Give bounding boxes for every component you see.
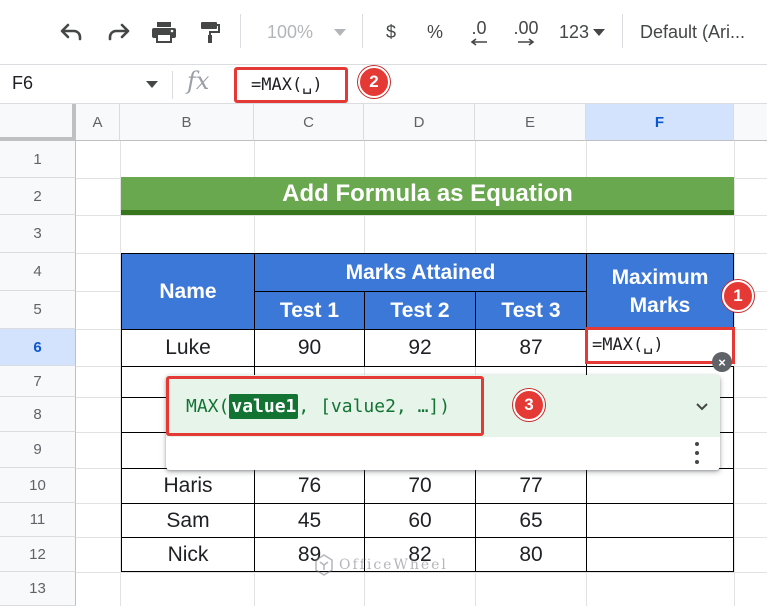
- toolbar-divider: [240, 14, 241, 48]
- header-maximum-line1: Maximum: [611, 265, 709, 289]
- column-header-g[interactable]: [734, 104, 767, 141]
- header-name[interactable]: Name: [121, 253, 255, 330]
- table-cell[interactable]: 60: [364, 503, 476, 538]
- table-cell[interactable]: 76: [254, 468, 365, 504]
- table-cell[interactable]: 77: [475, 468, 587, 504]
- annotation-badge-2: 2: [358, 66, 390, 98]
- toolbar: 100% $ % .0 .00 123 Default (Ari...: [0, 0, 767, 64]
- watermark-text: OfficeWheel: [339, 557, 448, 573]
- row-header-5[interactable]: 5: [0, 291, 76, 329]
- percent-label: %: [426, 21, 443, 42]
- annotation-badge-1: 1: [722, 280, 754, 312]
- column-header-e[interactable]: E: [475, 104, 586, 141]
- grid-line: [76, 215, 767, 216]
- fx-icon: fx: [187, 67, 210, 95]
- arrow-right-icon: [518, 38, 535, 46]
- active-parameter: value1: [229, 393, 299, 419]
- more-formats-button[interactable]: 123: [554, 14, 610, 50]
- header-test-2[interactable]: Test 2: [364, 291, 476, 330]
- chevron-down-icon[interactable]: [696, 401, 708, 413]
- more-options-icon[interactable]: [693, 439, 701, 467]
- column-header-c[interactable]: C: [254, 104, 364, 141]
- arrow-left-icon: [470, 38, 487, 46]
- watermark: OfficeWheel: [315, 554, 448, 576]
- column-header-d[interactable]: D: [364, 104, 475, 141]
- font-label: Default (Ari...: [640, 21, 746, 42]
- column-header-b[interactable]: B: [120, 104, 254, 141]
- header-maximum-line2: Marks: [629, 293, 691, 317]
- print-icon[interactable]: [146, 14, 182, 50]
- name-box-chevron-down-icon[interactable]: [146, 81, 158, 88]
- table-cell-name[interactable]: Haris: [121, 468, 255, 504]
- formula-input[interactable]: =MAX(␣): [234, 67, 348, 103]
- header-test-3[interactable]: Test 3: [475, 291, 587, 330]
- table-cell[interactable]: 92: [364, 329, 476, 367]
- decrease-decimal-label: .0: [471, 18, 487, 38]
- row-header-12[interactable]: 12: [0, 537, 76, 572]
- watermark-logo-icon: [315, 554, 333, 576]
- table-cell[interactable]: 70: [364, 468, 476, 504]
- chevron-down-icon: [593, 28, 606, 36]
- annotation-badge-3: 3: [513, 389, 545, 421]
- table-cell-name[interactable]: Sam: [121, 503, 255, 538]
- row-header-10[interactable]: 10: [0, 468, 76, 503]
- redo-icon[interactable]: [100, 14, 136, 50]
- close-icon[interactable]: ×: [712, 352, 732, 372]
- table-cell[interactable]: 45: [254, 503, 365, 538]
- zoom-value: 100%: [266, 21, 314, 42]
- row-header-2[interactable]: 2: [0, 178, 76, 215]
- toolbar-divider: [622, 14, 623, 48]
- more-formats-label: 123: [558, 21, 590, 42]
- row-header-8[interactable]: 8: [0, 397, 76, 432]
- function-name: MAX(: [186, 395, 230, 417]
- increase-decimal-button[interactable]: .00: [506, 14, 546, 50]
- decrease-decimal-button[interactable]: .0: [462, 14, 496, 50]
- row-header-1[interactable]: 1: [0, 141, 76, 178]
- table-cell[interactable]: 90: [254, 329, 365, 367]
- toolbar-divider: [362, 14, 363, 48]
- increase-decimal-label: .00: [513, 18, 539, 38]
- row-header-9[interactable]: 9: [0, 432, 76, 468]
- table-cell-max[interactable]: [586, 468, 734, 504]
- table-cell-max[interactable]: [586, 503, 734, 538]
- header-marks-attained[interactable]: Marks Attained: [254, 253, 587, 292]
- column-header-f[interactable]: F: [586, 104, 734, 141]
- table-cell-name[interactable]: Nick: [121, 537, 255, 572]
- row-header-4[interactable]: 4: [0, 253, 76, 291]
- function-remaining-params: , [value2, …]): [298, 395, 451, 417]
- zoom-chevron-down-icon[interactable]: [330, 14, 350, 50]
- select-all-corner[interactable]: [0, 104, 76, 141]
- name-box[interactable]: F6: [12, 73, 33, 94]
- header-test-1[interactable]: Test 1: [254, 291, 365, 330]
- formula-bar-divider: [172, 71, 173, 99]
- row-header-11[interactable]: 11: [0, 503, 76, 537]
- table-cell-name[interactable]: Luke: [121, 329, 255, 367]
- row-header-3[interactable]: 3: [0, 215, 76, 253]
- row-header-13[interactable]: 13: [0, 572, 76, 606]
- table-cell[interactable]: 65: [475, 503, 587, 538]
- row-header-7[interactable]: 7: [0, 366, 76, 397]
- table-cell[interactable]: 80: [475, 537, 587, 572]
- table-cell[interactable]: 87: [475, 329, 587, 367]
- sheet-title[interactable]: Add Formula as Equation: [121, 177, 734, 215]
- currency-format-button[interactable]: $: [378, 14, 404, 50]
- table-cell-max[interactable]: [586, 537, 734, 572]
- header-maximum-marks[interactable]: Maximum Marks: [586, 253, 734, 330]
- function-signature[interactable]: MAX(value1, [value2, …]): [166, 376, 484, 436]
- currency-label: $: [385, 21, 396, 42]
- font-select[interactable]: Default (Ari...: [640, 14, 767, 50]
- zoom-select[interactable]: 100%: [252, 14, 328, 50]
- row-header-6[interactable]: 6: [0, 329, 76, 366]
- paint-format-icon[interactable]: [192, 14, 228, 50]
- formula-help-popup: MAX(value1, [value2, …]): [166, 375, 720, 470]
- percent-format-button[interactable]: %: [422, 14, 448, 50]
- undo-icon[interactable]: [54, 14, 90, 50]
- column-header-a[interactable]: A: [76, 104, 120, 141]
